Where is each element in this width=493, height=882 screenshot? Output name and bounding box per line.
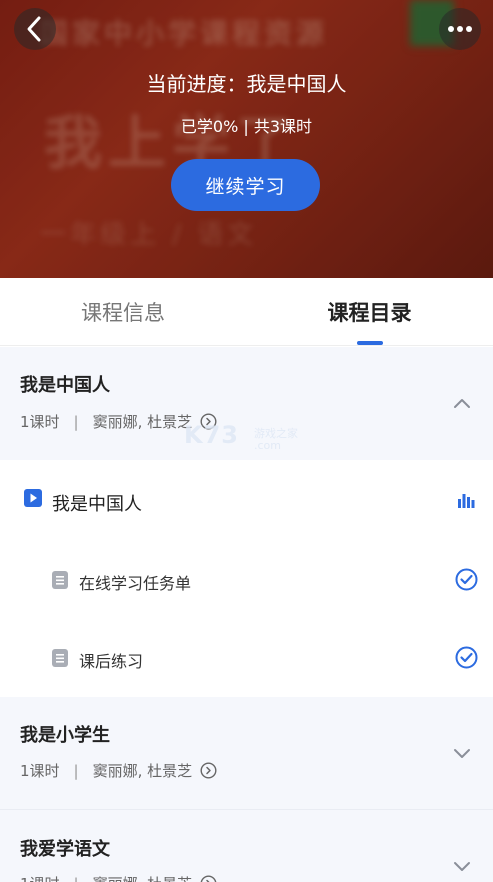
section-meta: 1课时 | 窦丽娜, 杜景芝	[20, 760, 217, 781]
cover-overlay	[0, 0, 493, 278]
exercise-row[interactable]	[0, 619, 493, 697]
tab-course-info[interactable]: 课程信息	[0, 278, 246, 346]
task-row[interactable]	[0, 540, 493, 618]
chevron-down-icon[interactable]	[452, 746, 472, 760]
task-label: 在线学习任务单	[79, 574, 192, 593]
meta-separator: |	[73, 412, 79, 431]
section-title: 我爱学语文	[20, 839, 110, 860]
playing-bars-icon	[458, 494, 475, 508]
section-title: 我是中国人	[20, 375, 110, 396]
play-icon	[24, 489, 42, 507]
tab-bar: 课程信息 课程目录	[0, 278, 493, 346]
watermark-logo: K73	[184, 421, 239, 449]
document-icon	[52, 571, 68, 589]
section-header[interactable]: 我是小学生 1课时 | 窦丽娜, 杜景芝	[0, 697, 493, 809]
progress-summary: 已学0% | 共3课时	[180, 117, 313, 136]
section-header[interactable]: 我爱学语文 1课时 | 窦丽娜, 杜景芝	[0, 810, 493, 882]
site-watermark: K73 游戏之家 .com	[184, 421, 310, 455]
section-teachers: 窦丽娜, 杜景芝	[92, 413, 193, 431]
section-hours: 1课时	[20, 873, 60, 882]
continue-learning-button[interactable]: 继续学习	[171, 159, 320, 211]
section-teachers: 窦丽娜, 杜景芝	[92, 762, 193, 780]
chevron-left-icon	[27, 16, 41, 42]
current-progress-title: 当前进度：我是中国人	[146, 72, 347, 96]
teacher-detail-icon[interactable]	[200, 762, 217, 779]
exercise-label: 课后练习	[79, 652, 144, 671]
document-icon	[52, 649, 68, 667]
back-button[interactable]	[14, 8, 56, 50]
ellipsis-icon	[448, 26, 472, 32]
more-button[interactable]	[439, 8, 481, 50]
chevron-down-icon[interactable]	[452, 859, 472, 873]
section-title: 我是小学生	[20, 725, 110, 746]
meta-separator: |	[73, 761, 79, 780]
section-teachers: 窦丽娜, 杜景芝	[93, 873, 193, 882]
watermark-url: .com	[254, 439, 281, 452]
section-hours: 1课时	[20, 762, 60, 780]
check-circle-icon	[455, 568, 478, 591]
section-hours: 1课时	[20, 413, 60, 431]
lesson-title: 我是中国人	[52, 494, 142, 515]
check-circle-icon	[455, 646, 478, 669]
teacher-detail-icon[interactable]	[200, 875, 217, 882]
active-tab-indicator	[357, 341, 383, 345]
course-cover-header: 国家中小学课程资源 我上学了 一年级上 / 语文 当前进度：我是中国人 已学0%…	[0, 0, 493, 278]
section-meta: 1课时 | 窦丽娜, 杜景芝	[20, 873, 217, 882]
meta-separator: |	[74, 875, 79, 882]
chevron-up-icon[interactable]	[452, 396, 472, 410]
tab-course-catalog[interactable]: 课程目录	[246, 278, 493, 346]
